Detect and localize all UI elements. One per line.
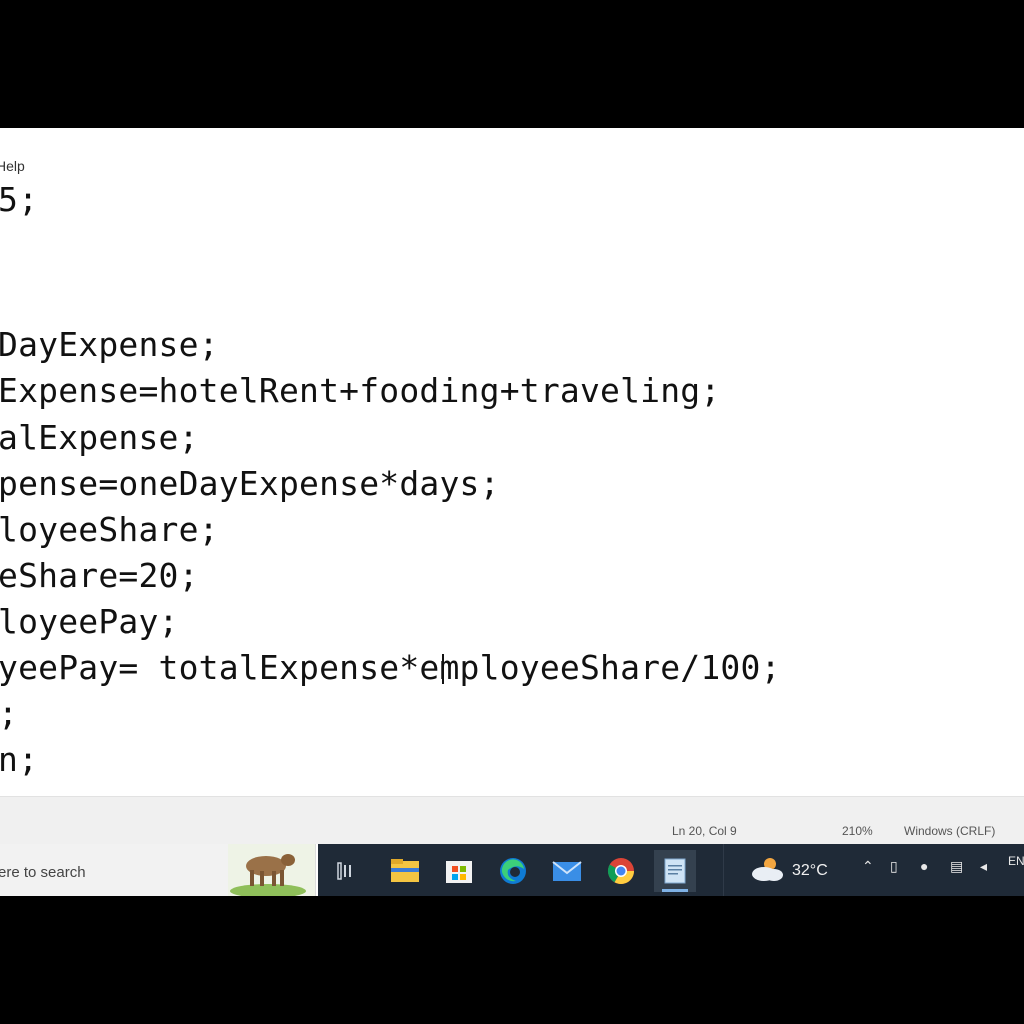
text-editor[interactable]: 5; DayExpense; Expense=hotelRent+fooding… <box>0 178 1024 796</box>
code-line-10: loyeePay; <box>0 602 179 641</box>
chevron-up-icon[interactable]: ⌃ <box>862 858 874 875</box>
screen: Help 5; DayExpense; Expense=hotelRent+fo… <box>0 128 1024 896</box>
system-tray: 32°C ⌃ ▯ ● ▤ ◂ EN <box>723 844 1024 896</box>
search-placeholder: ere to search <box>0 864 86 881</box>
weather-cloud-icon <box>752 858 783 881</box>
code-line-8: loyeeShare; <box>0 510 219 549</box>
chrome-icon <box>607 858 635 885</box>
edge-icon <box>500 858 526 884</box>
notepad-button[interactable] <box>654 850 696 892</box>
store-button[interactable] <box>438 850 480 892</box>
search-highlight-icon <box>228 844 315 896</box>
file-explorer-button[interactable] <box>384 850 426 892</box>
code-line-12: ; <box>0 694 19 733</box>
store-icon <box>446 861 472 883</box>
weather-temperature: 32°C <box>792 862 828 879</box>
taskbar-search[interactable]: ere to search <box>0 844 316 896</box>
volume-icon[interactable]: ◂ <box>980 858 987 875</box>
code-line-13: n; <box>0 740 39 779</box>
chrome-button[interactable] <box>600 850 642 892</box>
task-view-icon <box>337 862 351 880</box>
mail-icon <box>552 861 582 881</box>
zoom-level: 210% <box>842 824 873 838</box>
microphone-icon[interactable]: ● <box>920 858 928 874</box>
weather-widget[interactable] <box>750 854 786 887</box>
network-icon[interactable]: ▤ <box>950 858 963 875</box>
cursor-position: Ln 20, Col 9 <box>672 824 737 838</box>
mail-button[interactable] <box>546 850 588 892</box>
taskbar-apps <box>318 844 723 896</box>
line-ending: Windows (CRLF) <box>904 824 996 838</box>
menu-help[interactable]: Help <box>0 158 25 174</box>
language-indicator[interactable]: EN <box>1008 854 1024 868</box>
status-bar: Ln 20, Col 9 210% Windows (CRLF) <box>0 796 1024 845</box>
edge-button[interactable] <box>492 850 534 892</box>
notepad-icon <box>664 858 686 884</box>
code-line-11: yeePay= totalExpense*employeeShare/100; <box>0 648 781 687</box>
taskbar: ere to search 32°C ⌃ ▯ ● ▤ ◂ EN <box>0 844 1024 896</box>
text-caret <box>442 654 444 684</box>
file-explorer-icon <box>391 859 419 882</box>
code-line-4: DayExpense; <box>0 325 219 364</box>
phone-link-icon[interactable]: ▯ <box>890 858 898 875</box>
code-line-5: Expense=hotelRent+fooding+traveling; <box>0 371 721 410</box>
code-line-9: eShare=20; <box>0 556 199 595</box>
task-view-button[interactable] <box>326 850 368 892</box>
code-line-1: 5; <box>0 180 39 219</box>
code-line-6: alExpense; <box>0 418 199 457</box>
code-line-7: pense=oneDayExpense*days; <box>0 464 500 503</box>
menu-bar: Help <box>0 128 1024 178</box>
